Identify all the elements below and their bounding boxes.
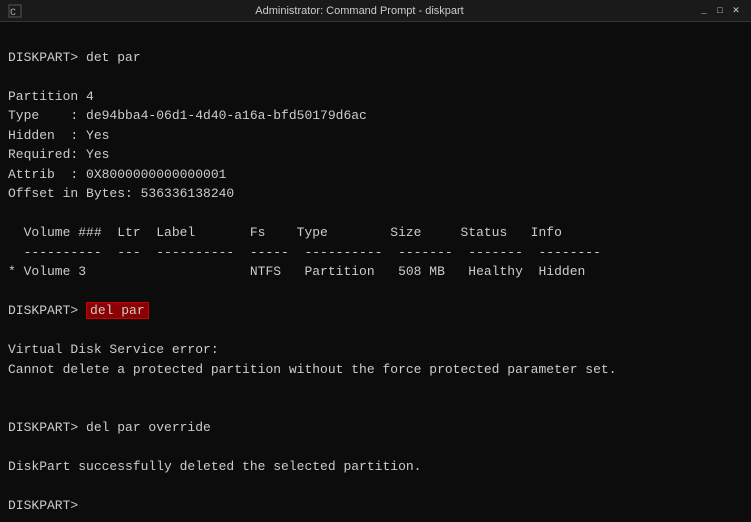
empty-line xyxy=(8,399,743,419)
command-text: del par override xyxy=(86,420,211,435)
maximize-button[interactable]: □ xyxy=(713,4,727,18)
prompt-line: DISKPART> del par xyxy=(8,301,743,321)
title-bar-controls: _ □ ✕ xyxy=(697,4,743,18)
prompt-text: DISKPART> xyxy=(8,498,86,513)
terminal-line: Type : de94bba4-06d1-4d40-a16a-bfd50179d… xyxy=(8,106,743,126)
prompt-line: DISKPART> det par xyxy=(8,48,743,68)
prompt-text: DISKPART> xyxy=(8,50,86,65)
empty-line xyxy=(8,67,743,87)
terminal-body: DISKPART> det par Partition 4Type : de94b… xyxy=(0,22,751,522)
prompt-only-line: DISKPART> xyxy=(8,496,743,516)
terminal-line: Volume ### Ltr Label Fs Type Size Status… xyxy=(8,223,743,243)
terminal-line: Partition 4 xyxy=(8,87,743,107)
empty-line xyxy=(8,204,743,224)
prompt-text: DISKPART> xyxy=(8,420,86,435)
empty-line xyxy=(8,282,743,302)
empty-line xyxy=(8,438,743,458)
prompt-line: DISKPART> del par override xyxy=(8,418,743,438)
terminal-line: Virtual Disk Service error: xyxy=(8,340,743,360)
terminal-line: * Volume 3 NTFS Partition 508 MB Healthy… xyxy=(8,262,743,282)
title-bar: C Administrator: Command Prompt - diskpa… xyxy=(0,0,751,22)
empty-line xyxy=(8,379,743,399)
terminal-line: DiskPart successfully deleted the select… xyxy=(8,457,743,477)
terminal-line: Hidden : Yes xyxy=(8,126,743,146)
empty-line xyxy=(8,477,743,497)
empty-line xyxy=(8,321,743,341)
minimize-button[interactable]: _ xyxy=(697,4,711,18)
title-bar-icon: C xyxy=(8,4,22,18)
command-text: del par xyxy=(86,302,149,319)
svg-text:C: C xyxy=(10,8,16,18)
command-text: det par xyxy=(86,50,141,65)
prompt-text: DISKPART> xyxy=(8,303,86,318)
terminal-line: ---------- --- ---------- ----- --------… xyxy=(8,243,743,263)
terminal-line: Cannot delete a protected partition with… xyxy=(8,360,743,380)
terminal-line: Required: Yes xyxy=(8,145,743,165)
terminal-line: Offset in Bytes: 536336138240 xyxy=(8,184,743,204)
title-bar-text: Administrator: Command Prompt - diskpart xyxy=(28,5,691,17)
terminal-line: Attrib : 0X8000000000000001 xyxy=(8,165,743,185)
close-button[interactable]: ✕ xyxy=(729,4,743,18)
